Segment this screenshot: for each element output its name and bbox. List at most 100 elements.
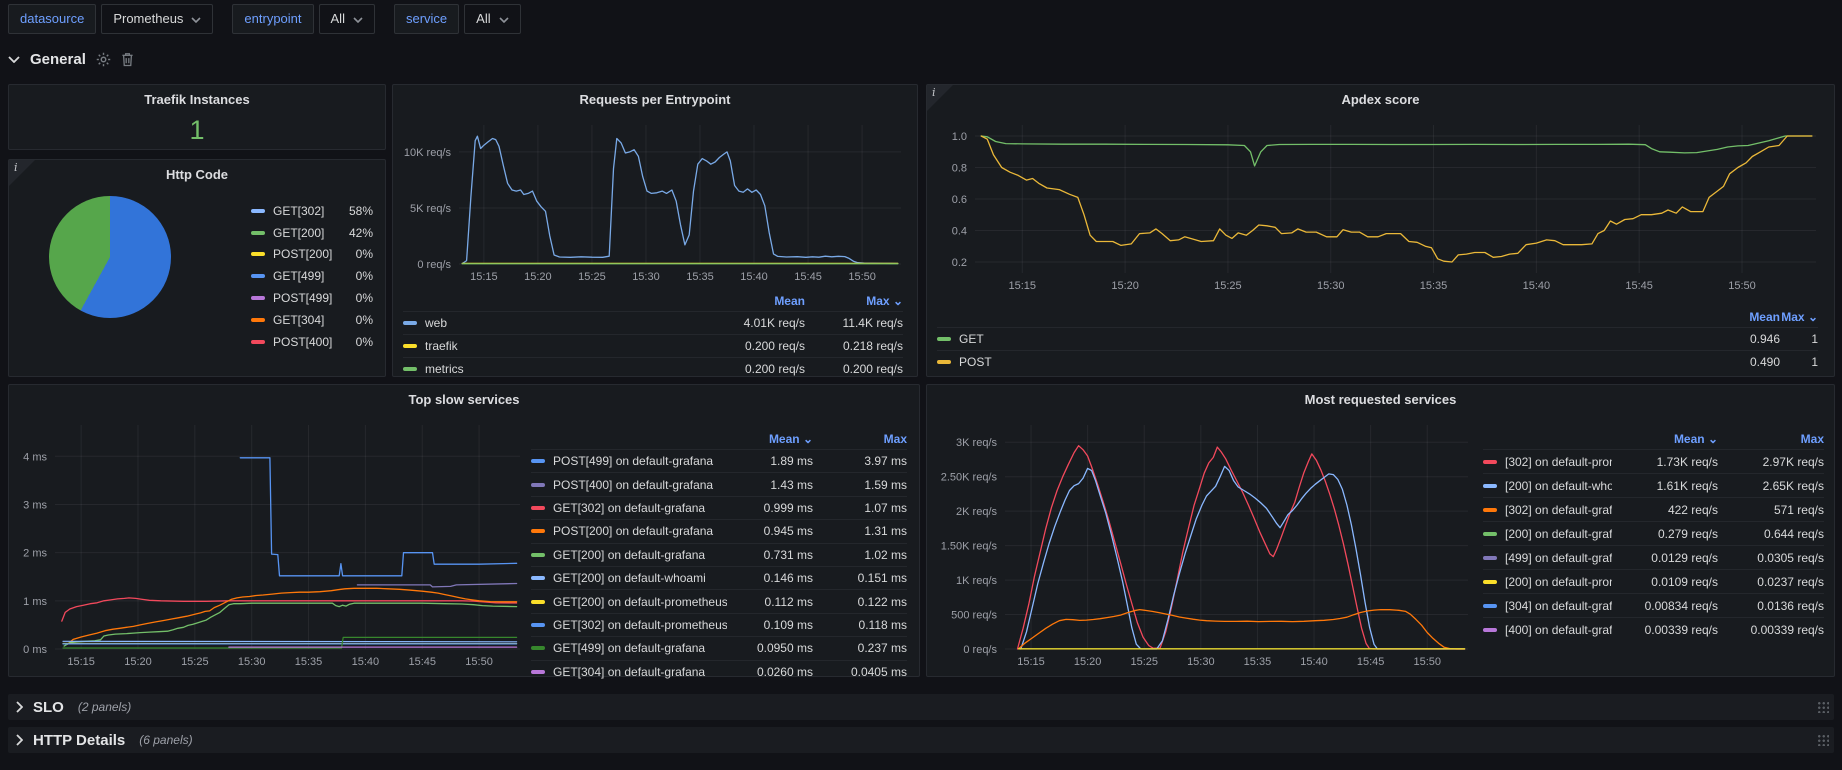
panel-title[interactable]: Top slow services xyxy=(9,385,919,407)
top-slow-chart[interactable]: 15:1515:2015:2515:3015:3515:4015:4515:50… xyxy=(11,415,526,673)
series-color-swatch xyxy=(251,274,265,278)
svg-text:15:15: 15:15 xyxy=(470,271,498,283)
legend-header-mean[interactable]: Mean xyxy=(687,294,805,308)
panel-title[interactable]: Traefik Instances xyxy=(9,85,385,107)
legend-row[interactable]: POST[499] on default-grafana 1.89 ms 3.9… xyxy=(531,449,907,472)
legend-row[interactable]: GET[304] 0% xyxy=(251,309,373,331)
series-name: GET[499] xyxy=(273,269,324,283)
legend-row[interactable]: GET[302] 58% xyxy=(251,200,373,222)
legend-row[interactable]: [200] on default-prometheus 0.0109 req/s… xyxy=(1483,569,1824,593)
series-max: 1 xyxy=(1780,332,1818,346)
legend-row[interactable]: GET[200] on default-grafana 0.731 ms 1.0… xyxy=(531,543,907,566)
variable-current-value: All xyxy=(476,5,490,33)
series-max: 571 req/s xyxy=(1718,503,1824,517)
panel-most-requested-services: Most requested services 15:1515:2015:251… xyxy=(926,384,1835,677)
http-code-pie-chart[interactable] xyxy=(49,196,171,318)
legend-header-max[interactable]: Max xyxy=(813,432,907,446)
legend-row[interactable]: [400] on default-grafana 0.00339 req/s 0… xyxy=(1483,617,1824,641)
legend-row[interactable]: POST 0.490 1 xyxy=(937,350,1818,373)
requests-chart[interactable]: 15:1515:2015:2515:3015:3515:4015:4515:50… xyxy=(395,113,915,288)
legend-row[interactable]: GET 0.946 1 xyxy=(937,327,1818,350)
legend-row[interactable]: [499] on default-grafana 0.0129 req/s 0.… xyxy=(1483,545,1824,569)
legend-header: . Mean ⌄ Max xyxy=(1483,429,1824,449)
series-color-swatch xyxy=(1483,532,1497,536)
legend-row[interactable]: GET[499] on default-grafana 0.0950 ms 0.… xyxy=(531,636,907,659)
legend-row[interactable]: GET[200] on default-prometheus 0.112 ms … xyxy=(531,589,907,612)
series-name: GET[304] xyxy=(273,313,324,327)
row-http-details[interactable]: HTTP Details (6 panels) xyxy=(8,727,1834,753)
legend-header-mean[interactable]: Mean ⌄ xyxy=(1612,432,1718,446)
legend-row[interactable]: GET[200] 42% xyxy=(251,222,373,244)
template-variable: service All xyxy=(394,4,521,34)
legend-row[interactable]: GET[302] on default-prometheus 0.109 ms … xyxy=(531,613,907,636)
series-max: 1.59 ms xyxy=(813,478,907,492)
panel-info-icon[interactable]: i xyxy=(9,160,35,186)
gear-icon[interactable] xyxy=(96,52,111,67)
legend-header-max[interactable]: Max xyxy=(1718,432,1824,446)
series-color-swatch xyxy=(403,321,417,325)
svg-text:500 req/s: 500 req/s xyxy=(951,610,997,622)
legend-row[interactable]: traefik 0.200 req/s 0.218 req/s xyxy=(403,334,903,357)
series-name: POST[499] on default-grafana xyxy=(553,454,713,468)
series-max: 1.02 ms xyxy=(813,548,907,562)
legend-row[interactable]: [200] on default-grafana 0.279 req/s 0.6… xyxy=(1483,521,1824,545)
legend-header-max[interactable]: Max ⌄ xyxy=(805,294,903,308)
row-slo[interactable]: SLO (2 panels) xyxy=(8,694,1834,720)
series-max: 3.97 ms xyxy=(813,454,907,468)
legend-row[interactable]: web 4.01K req/s 11.4K req/s xyxy=(403,311,903,334)
panel-title[interactable]: Apdex score xyxy=(927,85,1834,107)
variable-value-dropdown[interactable]: All xyxy=(464,4,520,34)
chevron-right-icon xyxy=(16,701,23,713)
legend-row[interactable]: POST[499] 0% xyxy=(251,287,373,309)
series-name: GET[200] on default-prometheus xyxy=(553,595,727,609)
legend-row[interactable]: POST[200] 0% xyxy=(251,244,373,266)
panel-title[interactable]: Requests per Entrypoint xyxy=(393,85,917,107)
panel-title[interactable]: Http Code xyxy=(9,160,385,182)
series-color-swatch xyxy=(531,506,545,510)
row-general[interactable]: General xyxy=(8,48,134,70)
panel-requests-per-entrypoint: Requests per Entrypoint 15:1515:2015:251… xyxy=(392,84,918,377)
legend-header-mean[interactable]: Mean xyxy=(1696,310,1780,324)
apdex-chart[interactable]: 15:1515:2015:2515:3015:3515:4015:4515:50… xyxy=(929,113,1832,297)
panel-apdex-score: i Apdex score 15:1515:2015:2515:3015:351… xyxy=(926,84,1835,377)
panel-title[interactable]: Most requested services xyxy=(927,385,1834,407)
panel-info-icon[interactable]: i xyxy=(927,85,953,111)
variable-value-dropdown[interactable]: All xyxy=(319,4,375,34)
legend-row[interactable]: metrics 0.200 req/s 0.200 req/s xyxy=(403,357,903,380)
svg-text:15:30: 15:30 xyxy=(1187,656,1215,668)
legend-row[interactable]: POST[400] on default-grafana 1.43 ms 1.5… xyxy=(531,472,907,495)
series-max: 0.237 ms xyxy=(813,641,907,655)
series-name: POST[400] on default-grafana xyxy=(553,478,713,492)
svg-text:3 ms: 3 ms xyxy=(23,499,47,511)
legend-row[interactable]: [302] on default-prometheus 1.73K req/s … xyxy=(1483,449,1824,473)
series-mean: 0.200 req/s xyxy=(687,362,805,376)
legend-row[interactable]: GET[302] on default-grafana 0.999 ms 1.0… xyxy=(531,496,907,519)
series-color-swatch xyxy=(251,231,265,235)
svg-text:15:40: 15:40 xyxy=(352,656,380,668)
most-requested-chart[interactable]: 15:1515:2015:2515:3015:3515:4015:4515:50… xyxy=(929,415,1474,673)
series-mean: 0.00339 req/s xyxy=(1612,623,1718,637)
svg-text:5K req/s: 5K req/s xyxy=(410,203,451,215)
series-name: GET[499] on default-grafana xyxy=(553,641,705,655)
svg-text:2 ms: 2 ms xyxy=(23,548,47,560)
series-name: metrics xyxy=(425,362,464,376)
legend-row[interactable]: GET[499] 0% xyxy=(251,265,373,287)
legend-row[interactable]: GET[200] on default-whoami 0.146 ms 0.15… xyxy=(531,566,907,589)
legend-row[interactable]: [304] on default-grafana 0.00834 req/s 0… xyxy=(1483,593,1824,617)
drag-handle[interactable] xyxy=(1817,734,1829,746)
legend-row[interactable]: [200] on default-whoami 1.61K req/s 2.65… xyxy=(1483,473,1824,497)
svg-text:15:20: 15:20 xyxy=(1111,280,1139,292)
series-name: POST xyxy=(959,355,992,369)
series-name: GET[200] on default-grafana xyxy=(553,548,705,562)
legend-header-max[interactable]: Max ⌄ xyxy=(1780,310,1818,324)
legend-row[interactable]: POST[400] 0% xyxy=(251,331,373,353)
legend-row[interactable]: [302] on default-grafana 422 req/s 571 r… xyxy=(1483,497,1824,521)
drag-handle[interactable] xyxy=(1817,701,1829,713)
series-mean: 0.200 req/s xyxy=(687,339,805,353)
legend-header-mean[interactable]: Mean ⌄ xyxy=(727,432,813,446)
series-name: [499] on default-grafana xyxy=(1505,551,1612,565)
legend-row[interactable]: GET[304] on default-grafana 0.0260 ms 0.… xyxy=(531,660,907,683)
variable-value-dropdown[interactable]: Prometheus xyxy=(101,4,213,34)
legend-row[interactable]: POST[200] on default-grafana 0.945 ms 1.… xyxy=(531,519,907,542)
trash-icon[interactable] xyxy=(121,52,134,67)
